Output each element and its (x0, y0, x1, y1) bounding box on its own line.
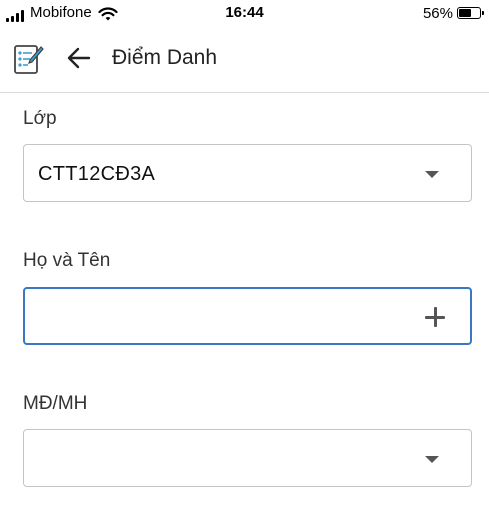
chevron-down-icon (425, 456, 439, 463)
class-select[interactable]: CTT12CĐ3A (23, 144, 472, 202)
status-bar: Mobifone 16:44 56% (0, 0, 489, 26)
app-bar: Điểm Danh (0, 26, 489, 93)
back-arrow-icon[interactable] (64, 43, 94, 73)
status-time: 16:44 (225, 4, 264, 21)
subject-select[interactable] (23, 429, 472, 487)
subject-label: MĐ/MH (23, 393, 88, 414)
chevron-down-icon (425, 171, 439, 178)
app-icon (14, 45, 44, 74)
fullname-input[interactable] (23, 287, 472, 345)
page-title: Điểm Danh (112, 46, 218, 69)
class-select-value: CTT12CĐ3A (38, 163, 156, 185)
battery-icon (457, 7, 484, 19)
battery-percent: 56% (422, 4, 453, 22)
fullname-label: Họ và Tên (23, 250, 111, 271)
add-icon[interactable] (425, 307, 445, 327)
class-label: Lớp (23, 108, 57, 129)
